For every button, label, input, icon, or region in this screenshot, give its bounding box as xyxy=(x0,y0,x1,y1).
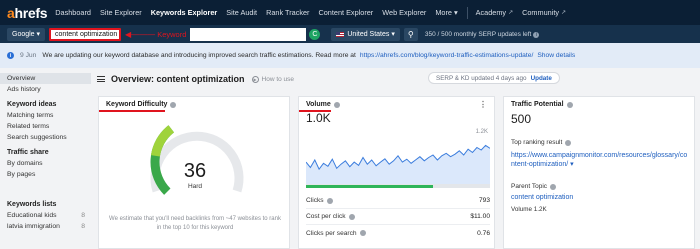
country-select[interactable]: United States ▾ xyxy=(331,27,400,41)
search-button[interactable]: ⚲ xyxy=(403,27,418,41)
sidebar: Overview Ads history Keyword ideas Match… xyxy=(0,68,91,249)
chart-max-label: 1.2K xyxy=(476,129,488,135)
page-title: Overview: content optimization xyxy=(111,74,245,84)
main-content: Overview: content optimization ▶ How to u… xyxy=(91,68,700,249)
nav-content-explorer[interactable]: Content Explorer xyxy=(318,8,373,17)
sidebar-section-keywords-lists: Keywords lists xyxy=(7,201,57,208)
top-result-label: Top ranking result xyxy=(511,139,572,146)
nav-academy[interactable]: Academy ↗ xyxy=(476,8,513,17)
nav-dashboard[interactable]: Dashboard xyxy=(55,8,91,17)
info-icon[interactable]: i xyxy=(533,31,540,38)
notice-link[interactable]: https://ahrefs.com/blog/keyword-traffic-… xyxy=(360,52,533,59)
traffic-potential-card: Traffic Potential 500 Top ranking result… xyxy=(503,96,695,249)
clicks-share-fill xyxy=(306,185,433,188)
sidebar-item-by-pages[interactable]: By pages xyxy=(0,169,91,180)
more-options-icon[interactable]: ⋮ xyxy=(479,100,487,109)
menu-icon[interactable] xyxy=(97,76,105,82)
sidebar-section-keyword-ideas: Keyword ideas xyxy=(7,101,57,108)
serp-status-pill: SERP & KD updated 4 days ago Update xyxy=(428,72,560,84)
metric-cpc: Cost per click $11.00 xyxy=(306,209,490,225)
chevron-down-icon: ▾ xyxy=(453,8,458,17)
volume-value: 1.0K xyxy=(306,111,331,125)
info-icon[interactable] xyxy=(566,101,573,108)
parent-topic-link[interactable]: content optimization xyxy=(511,194,573,201)
info-icon[interactable] xyxy=(565,139,572,146)
parent-topic-volume: Volume 1.2K xyxy=(511,206,547,213)
info-icon: i xyxy=(7,52,14,59)
nav-keywords-explorer[interactable]: Keywords Explorer xyxy=(151,8,218,17)
tp-value: 500 xyxy=(511,112,532,126)
keyword-difficulty-card: Keyword Difficulty 36 Hard We estimate t… xyxy=(98,96,290,249)
external-link-icon: ↗ xyxy=(561,10,567,16)
top-result-link[interactable]: https://www.campaignmonitor.com/resource… xyxy=(511,151,691,169)
serp-usage-counter: 350 / 500 monthly SERP updates left i xyxy=(425,31,540,38)
notice-date: 9 Jun xyxy=(20,52,37,59)
info-icon[interactable] xyxy=(333,101,340,108)
update-notice: i 9 Jun We are updating our keyword data… xyxy=(0,43,700,68)
nav-rank-tracker[interactable]: Rank Tracker xyxy=(266,8,309,17)
top-navigation: ahrefs Dashboard Site Explorer Keywords … xyxy=(0,0,700,25)
clear-keyword-icon[interactable]: C xyxy=(309,28,321,40)
search-engine-select[interactable]: Google ▾ xyxy=(7,27,46,41)
sidebar-item-matching-terms[interactable]: Matching terms xyxy=(0,110,91,121)
nav-web-explorer[interactable]: Web Explorer xyxy=(382,8,426,17)
metric-clicks: Clicks 793 xyxy=(306,193,490,209)
sidebar-list-educational-kids[interactable]: Educational kids 8 xyxy=(0,210,91,221)
how-to-use-link[interactable]: ▶ How to use xyxy=(251,75,294,83)
info-icon[interactable] xyxy=(550,183,557,190)
volume-title: Volume xyxy=(306,101,340,108)
sidebar-list-latvia-immigration[interactable]: latvia immigration 8 xyxy=(0,221,91,232)
annotation-arrow: ◀——— xyxy=(125,29,156,39)
external-link-icon: ↗ xyxy=(508,10,514,16)
kd-description: We estimate that you'll need backlinks f… xyxy=(109,216,281,231)
nav-site-audit[interactable]: Site Audit xyxy=(226,8,257,17)
update-button[interactable]: Update xyxy=(531,75,552,82)
keyword-input-extension[interactable] xyxy=(190,27,307,41)
sidebar-item-ads-history[interactable]: Ads history xyxy=(0,84,91,95)
sidebar-item-overview[interactable]: Overview xyxy=(0,73,91,84)
keyword-annotation: Keyword xyxy=(157,29,187,39)
kd-title: Keyword Difficulty xyxy=(106,101,177,108)
overview-header: Overview: content optimization ▶ How to u… xyxy=(91,68,700,90)
clicks-share-bar xyxy=(306,185,490,188)
info-icon[interactable] xyxy=(348,213,355,220)
nav-community[interactable]: Community ↗ xyxy=(522,8,566,17)
info-icon[interactable] xyxy=(359,230,366,236)
ahrefs-logo[interactable]: ahrefs xyxy=(7,5,48,21)
volume-card: Volume ⋮ 1.0K 1.2K Clicks 793 Cost per cl… xyxy=(298,96,495,249)
notice-text: We are updating our keyword database and… xyxy=(42,52,356,59)
volume-area xyxy=(306,145,490,185)
info-icon[interactable] xyxy=(326,197,333,204)
volume-trend-chart: 1.2K xyxy=(306,129,490,185)
nav-site-explorer[interactable]: Site Explorer xyxy=(100,8,142,17)
kd-value: 36 xyxy=(183,160,207,182)
play-icon: ▶ xyxy=(251,75,259,83)
nav-more[interactable]: More ▾ xyxy=(435,8,457,17)
tp-title: Traffic Potential xyxy=(511,101,573,108)
sidebar-item-related-terms[interactable]: Related terms xyxy=(0,121,91,132)
sidebar-item-search-suggestions[interactable]: Search suggestions xyxy=(0,132,91,143)
search-bar: Google ▾ content optimization ◀——— Keywo… xyxy=(0,25,700,43)
sidebar-section-traffic-share: Traffic share xyxy=(7,149,49,156)
parent-topic-label: Parent Topic xyxy=(511,183,557,190)
keyword-input[interactable]: content optimization xyxy=(49,27,122,41)
nav-divider xyxy=(466,6,468,19)
kd-underline-annotation xyxy=(99,110,165,112)
kd-label: Hard xyxy=(187,183,203,190)
info-icon[interactable] xyxy=(170,101,177,108)
metric-cps: Clicks per search 0.76 xyxy=(306,229,490,237)
show-details-link[interactable]: Show details xyxy=(537,52,575,59)
sidebar-item-by-domains[interactable]: By domains xyxy=(0,158,91,169)
us-flag-icon xyxy=(336,31,345,37)
